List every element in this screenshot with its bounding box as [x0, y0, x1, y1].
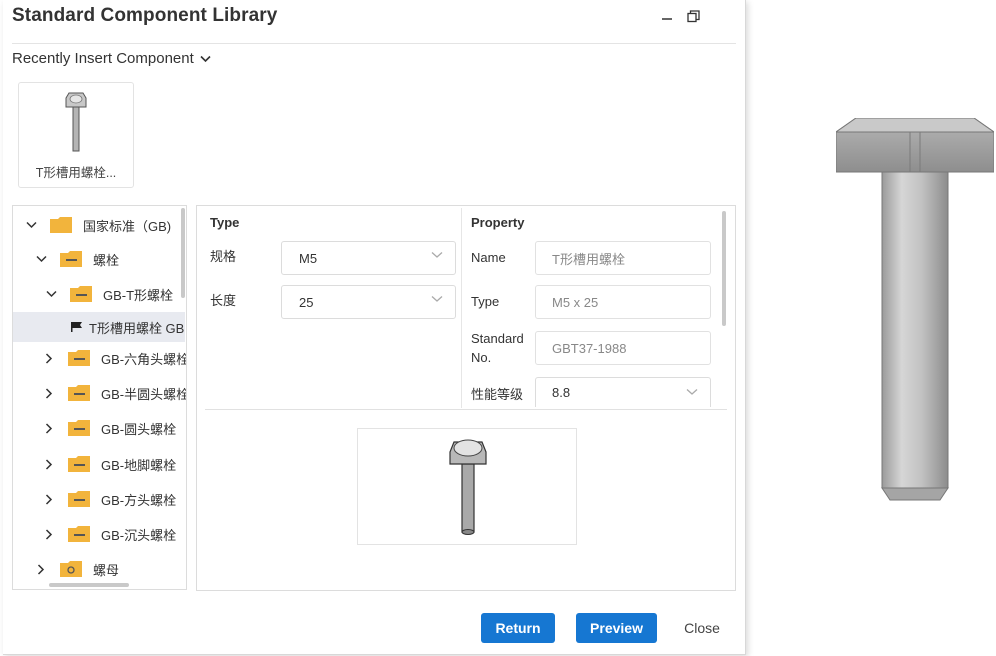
tree-item-label: GB-半圆头螺栓: [101, 386, 187, 402]
folder-icon: [67, 525, 91, 543]
recent-component-card[interactable]: T形槽用螺栓...: [18, 82, 134, 188]
chevron-right-icon[interactable]: [43, 387, 55, 399]
chevron-right-icon[interactable]: [43, 422, 55, 434]
title-separator: [12, 43, 736, 44]
chevron-right-icon[interactable]: [43, 528, 55, 540]
tree-item-label: GB-圆头螺栓: [101, 421, 177, 437]
preview-button[interactable]: Preview: [576, 613, 657, 643]
chevron-down-icon[interactable]: [35, 255, 47, 263]
length-select[interactable]: 25: [281, 285, 456, 319]
tree-item-label: T形槽用螺栓 GB: [89, 320, 185, 336]
standard-component-library-dialog: Standard Component Library Recently Inse…: [3, 0, 746, 655]
spec-select-value: M5: [299, 250, 318, 266]
tree-item-label: 国家标准（GB): [83, 218, 172, 234]
tree-item-gb-round-head-bolt[interactable]: GB-圆头螺栓: [43, 413, 176, 443]
chevron-down-icon: [431, 252, 443, 258]
recent-components-dropdown[interactable]: Recently Insert Component: [12, 50, 211, 67]
grade-select[interactable]: 8.8: [535, 377, 711, 407]
return-button[interactable]: Return: [481, 613, 555, 643]
tree-item-label: GB-地脚螺栓: [101, 457, 177, 473]
folder-icon: [59, 250, 83, 268]
chevron-right-icon[interactable]: [43, 352, 55, 364]
name-label: Name: [471, 250, 506, 265]
standard-label-line2: No.: [471, 350, 492, 365]
folder-icon: [49, 216, 73, 234]
recent-component-caption: T形槽用螺栓...: [35, 166, 117, 180]
t-bolt-preview-icon: [449, 439, 487, 535]
preview-divider: [205, 409, 727, 410]
standard-label-line1: Standard: [471, 331, 524, 346]
window-controls: [659, 8, 701, 24]
recent-components-label: Recently Insert Component: [12, 50, 194, 67]
minimize-icon[interactable]: [659, 8, 675, 24]
chevron-right-icon[interactable]: [43, 493, 55, 505]
flag-icon: [71, 322, 83, 332]
tree-item-bolts[interactable]: 螺栓: [35, 244, 119, 274]
tree-item-gb-countersunk-bolt[interactable]: GB-沉头螺栓: [43, 519, 176, 549]
component-tree[interactable]: 国家标准（GB) 螺栓 GB-T形螺栓 T形槽用螺栓 GB GB-六角头螺栓 G…: [12, 205, 187, 590]
tree-item-gb-hex-bolt[interactable]: GB-六角头螺栓: [43, 343, 187, 373]
tree-item-gb-standard[interactable]: 国家标准（GB): [25, 210, 171, 240]
tree-item-gb-square-head-bolt[interactable]: GB-方头螺栓: [43, 484, 176, 514]
chevron-down-icon: [431, 296, 443, 302]
tree-item-label: 螺母: [93, 562, 120, 578]
property-heading: Property: [471, 215, 525, 230]
folder-icon: [59, 560, 83, 578]
tree-item-gb-anchor-bolt[interactable]: GB-地脚螺栓: [43, 449, 176, 479]
tree-item-gb-t-bolt[interactable]: GB-T形螺栓: [45, 279, 173, 309]
grade-select-value: 8.8: [552, 385, 571, 400]
chevron-down-icon[interactable]: [45, 290, 57, 298]
folder-icon: [69, 285, 93, 303]
component-details-panel: Type 规格 M5 长度 25 Property Name T形槽用螺栓 Ty…: [196, 205, 736, 591]
t-bolt-thumbnail: [65, 92, 87, 152]
folder-icon: [67, 455, 91, 473]
type-field-value: M5 x 25: [552, 294, 599, 310]
tree-item-label: GB-方头螺栓: [101, 492, 177, 508]
spec-label: 规格: [210, 249, 237, 264]
folder-icon: [67, 419, 91, 437]
tree-item-label: GB-T形螺栓: [103, 287, 174, 303]
tree-item-label: 螺栓: [93, 252, 120, 268]
chevron-right-icon[interactable]: [35, 563, 47, 575]
length-select-value: 25: [299, 294, 314, 310]
component-preview-image: [357, 428, 577, 545]
tree-item-label: GB-六角头螺栓: [101, 351, 187, 367]
chevron-down-icon[interactable]: [25, 221, 37, 229]
t-bolt-3d-model[interactable]: [836, 118, 994, 502]
property-scrollbar[interactable]: [722, 211, 726, 326]
chevron-down-icon: [686, 389, 698, 395]
grade-label: 性能等级: [471, 387, 524, 402]
tree-item-label: GB-沉头螺栓: [101, 527, 177, 543]
standard-no-field[interactable]: GBT37-1988: [535, 331, 711, 365]
spec-select[interactable]: M5: [281, 241, 456, 275]
folder-icon: [67, 490, 91, 508]
dialog-title: Standard Component Library: [12, 5, 278, 26]
chevron-down-icon: [200, 55, 211, 62]
folder-icon: [67, 384, 91, 402]
close-button[interactable]: Close: [676, 613, 728, 643]
tree-item-nuts[interactable]: 螺母: [35, 554, 119, 584]
restore-icon[interactable]: [685, 8, 701, 24]
chevron-right-icon[interactable]: [43, 458, 55, 470]
tree-horizontal-scrollbar[interactable]: [49, 583, 129, 587]
folder-icon: [67, 349, 91, 367]
tree-item-gb-half-round-bolt[interactable]: GB-半圆头螺栓: [43, 378, 187, 408]
tree-item-t-slot-bolt[interactable]: T形槽用螺栓 GB: [13, 312, 185, 342]
tree-vertical-scrollbar[interactable]: [181, 208, 185, 298]
length-label: 长度: [210, 293, 237, 308]
column-divider: [461, 208, 462, 408]
type-field[interactable]: M5 x 25: [535, 285, 711, 319]
name-field-value: T形槽用螺栓: [552, 251, 625, 267]
standard-no-value: GBT37-1988: [552, 340, 627, 356]
name-field[interactable]: T形槽用螺栓: [535, 241, 711, 275]
type-label: Type: [471, 294, 500, 309]
type-heading: Type: [210, 215, 240, 230]
